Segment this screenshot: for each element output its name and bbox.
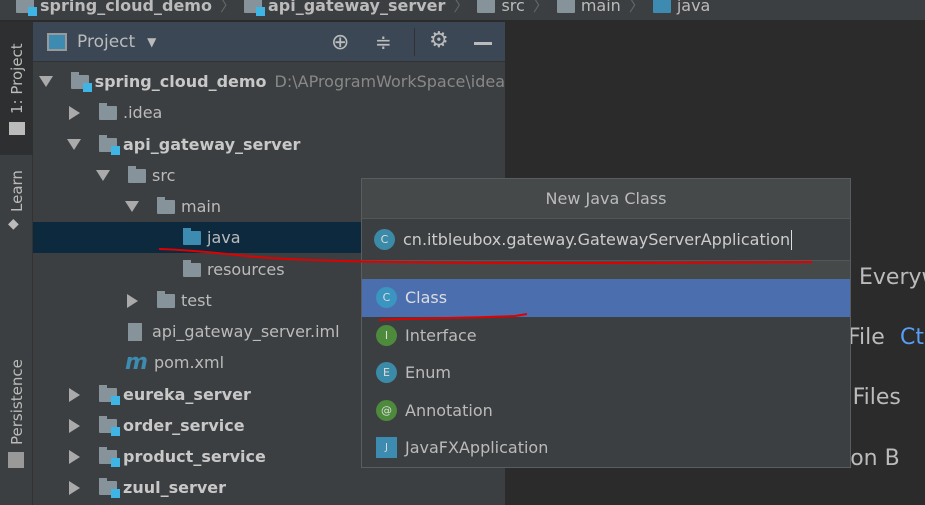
red-annotation-marks [158,248,813,321]
annotation-underline [378,313,528,321]
annotation-underline [158,248,813,264]
